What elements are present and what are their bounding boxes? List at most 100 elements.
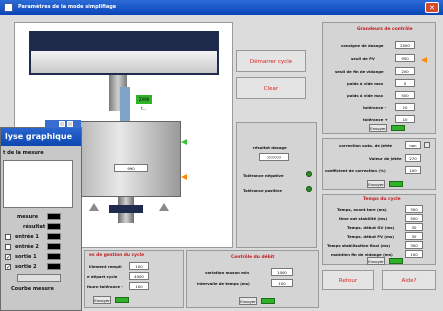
- legend-label-3: entrée 2: [15, 244, 39, 250]
- corr-apply-button[interactable]: Envoyer: [367, 180, 385, 188]
- corrections-panel: correction auto. de jetée non Valeur de …: [322, 138, 436, 190]
- window-title: Paramètres de la mode simplifiage: [18, 4, 117, 10]
- legend-swatch-3[interactable]: [47, 243, 61, 250]
- green-sensor: 2X90 t...: [136, 95, 152, 111]
- legend-checkbox-2[interactable]: [5, 234, 11, 240]
- neg-tol-label: Tolérance négative: [243, 173, 284, 178]
- ct-value-1[interactable]: 500: [405, 214, 423, 222]
- arrow-green-icon: [181, 139, 187, 145]
- legend-label-4: sortie 1: [15, 254, 37, 260]
- ct-label-3: Temps. début PV (ms): [347, 234, 394, 239]
- corr-toggle[interactable]: [424, 142, 430, 148]
- cm-label-2: fourn tolérance -: [87, 284, 124, 289]
- fc-label-1: intervalle de temps (ms): [197, 281, 250, 286]
- ct-apply-button[interactable]: Envoyer: [367, 257, 385, 265]
- foot-left: [89, 203, 99, 211]
- cp-value-1[interactable]: 950: [395, 54, 415, 62]
- minimize-icon[interactable]: [59, 121, 65, 127]
- result-value: ???????: [259, 153, 289, 161]
- curve-label: Courbe mesure: [11, 286, 54, 292]
- weigh-hopper: 990: [79, 121, 181, 197]
- legend-swatch-0[interactable]: [47, 213, 61, 220]
- cp-apply-button[interactable]: Envoyer: [369, 124, 387, 132]
- ct-value-2[interactable]: 30: [405, 223, 423, 231]
- corr-label-1: Valeur de jetée: [369, 156, 402, 161]
- cycle-mgmt-title: es de gestion du cycle: [89, 253, 145, 258]
- arrow-orange-icon: [181, 174, 187, 180]
- corr-value-2[interactable]: 100: [405, 166, 421, 174]
- corr-label-0: correction auto. de jetée: [339, 143, 393, 148]
- result-panel: résultat dosage ??????? Tolérance négati…: [236, 122, 317, 248]
- cp-label-1: seuil de PV: [351, 56, 375, 61]
- title-bar: Paramètres de la mode simplifiage: [0, 0, 443, 15]
- cp-label-5: tolérance -: [363, 105, 387, 110]
- ct-value-3[interactable]: 30: [405, 232, 423, 240]
- graph-plot-area: [3, 160, 73, 208]
- cp-label-6: tolérance +: [363, 117, 388, 122]
- cm-value-0[interactable]: 100: [129, 262, 149, 270]
- cp-label-2: seuil de fin de vidange: [335, 69, 384, 74]
- control-params-title: Grandeurs de contrôle: [357, 27, 413, 32]
- cp-value-4[interactable]: 500: [395, 91, 415, 99]
- graph-window-title: lyse graphique: [1, 128, 81, 146]
- cp-label-3: poids à vide max: [347, 81, 384, 86]
- corr-value-1[interactable]: 270: [405, 154, 421, 162]
- cycle-mgmt-panel: es de gestion du cycle illement rempli 1…: [84, 250, 184, 308]
- cm-value-1[interactable]: 4000: [129, 272, 149, 280]
- cp-value-5[interactable]: 10: [395, 103, 415, 111]
- legend-swatch-2[interactable]: [47, 233, 61, 240]
- result-label: résultat dosage: [253, 145, 287, 150]
- cp-value-3[interactable]: 0: [395, 79, 415, 87]
- cp-value-0[interactable]: 2000: [395, 41, 415, 49]
- graph-window[interactable]: lyse graphique t de la mesure mesure rés…: [0, 120, 82, 311]
- legend: mesure résultat entrée 1 entrée 2 ✓ sort…: [3, 212, 75, 302]
- app-icon: [4, 3, 13, 12]
- legend-label-5: sortie 2: [15, 264, 37, 270]
- help-button[interactable]: Aide?: [382, 270, 436, 290]
- cp-label-0: consigne de dosage: [341, 43, 384, 48]
- flow-control-panel: Contrôle du débit variation maxon min 10…: [186, 250, 319, 308]
- control-params-panel: Grandeurs de contrôle consigne de dosage…: [322, 22, 436, 134]
- clear-button[interactable]: Clear: [236, 77, 306, 99]
- legend-checkbox-5[interactable]: ✓: [5, 264, 11, 271]
- legend-toolbar[interactable]: [17, 274, 61, 282]
- cp-status-led: [391, 125, 405, 131]
- fc-apply-button[interactable]: Envoyer: [239, 297, 257, 305]
- legend-checkbox-3[interactable]: [5, 244, 11, 250]
- cm-apply-button[interactable]: Envoyer: [93, 296, 111, 304]
- maximize-icon[interactable]: [67, 121, 73, 127]
- cp-label-4: poids à vide max: [347, 93, 384, 98]
- cm-label-1: e départ cycle: [87, 274, 118, 279]
- corr-label-2: coefficient de correction (%): [325, 168, 386, 173]
- outlet-valve: [109, 205, 143, 213]
- cycle-times-title: Temps du cycle: [363, 197, 401, 202]
- back-button[interactable]: Retour: [322, 270, 374, 290]
- flow-control-title: Contrôle du débit: [231, 255, 275, 260]
- legend-swatch-4[interactable]: [47, 253, 61, 260]
- cp-value-6[interactable]: 10: [395, 115, 415, 123]
- fc-label-0: variation maxon min: [205, 270, 250, 275]
- fc-value-0[interactable]: 1000: [271, 268, 293, 276]
- close-button[interactable]: ✕: [425, 2, 439, 13]
- ct-value-0[interactable]: 300: [405, 205, 423, 213]
- cm-value-2[interactable]: 100: [129, 282, 149, 290]
- legend-swatch-1[interactable]: [47, 223, 61, 230]
- cm-label-0: illement rempli: [89, 264, 122, 269]
- pos-tol-led-icon: [306, 186, 312, 192]
- ct-label-1: time out stabilité (ms): [339, 216, 388, 221]
- legend-checkbox-4[interactable]: ✓: [5, 254, 11, 261]
- corr-status-led: [389, 181, 403, 187]
- legend-label-0: mesure: [17, 214, 38, 220]
- ct-value-5[interactable]: 100: [405, 250, 423, 258]
- neg-tol-led-icon: [306, 171, 312, 177]
- start-cycle-button[interactable]: Démarrer cycle: [236, 50, 306, 72]
- fc-value-1[interactable]: 100: [271, 279, 293, 287]
- fc-status-led: [261, 298, 275, 304]
- cp-value-2[interactable]: 200: [395, 67, 415, 75]
- ct-value-4[interactable]: 300: [405, 241, 423, 249]
- ct-label-0: Temps, avant tare (ms): [337, 207, 387, 212]
- legend-swatch-5[interactable]: [47, 263, 61, 270]
- ct-label-4: Temps stabilisation final (ms): [327, 243, 391, 248]
- corr-value-0[interactable]: non: [405, 141, 421, 149]
- cycle-times-panel: Temps du cycle Temps, avant tare (ms) 30…: [322, 194, 436, 265]
